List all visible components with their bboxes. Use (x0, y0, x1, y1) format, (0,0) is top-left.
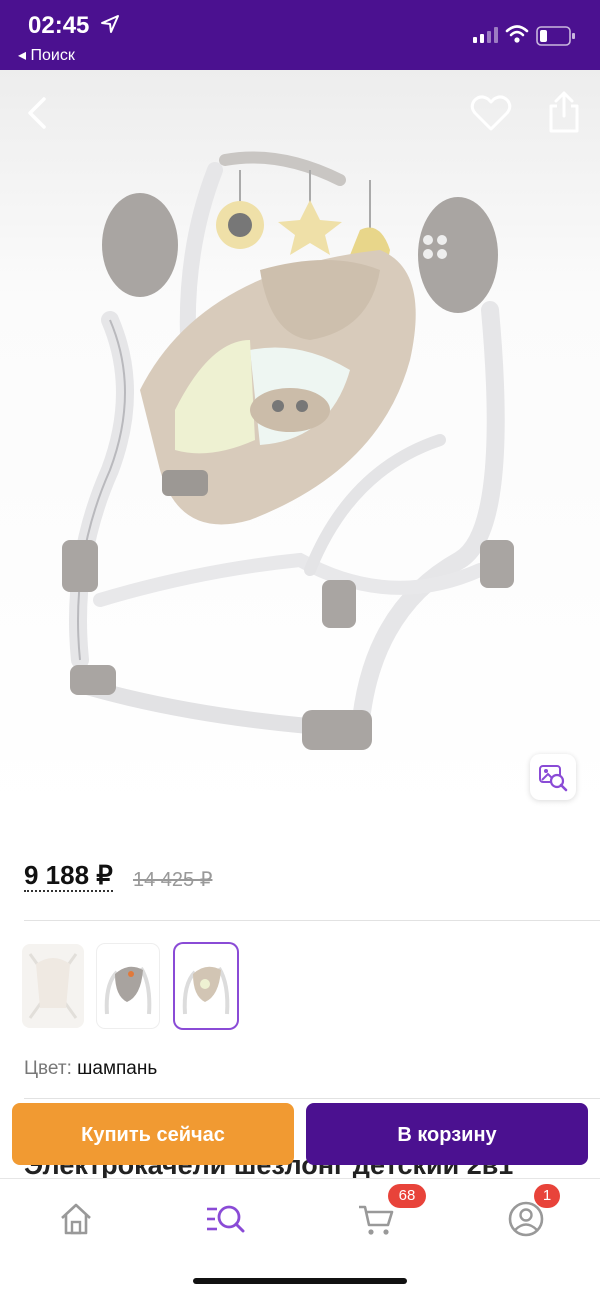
cart-icon[interactable] (356, 1199, 396, 1239)
color-value: шампань (77, 1058, 158, 1079)
status-time: 02:45 (28, 12, 90, 39)
share-icon[interactable] (546, 90, 582, 134)
color-label: Цвет: (24, 1058, 72, 1079)
cellular-signal-icon (473, 27, 499, 48)
profile-notification-badge: 1 (534, 1184, 560, 1208)
wifi-icon (505, 24, 529, 49)
thumbnail-1[interactable] (22, 944, 84, 1028)
back-to-search-link[interactable]: ◂ Поиск (18, 45, 75, 65)
add-to-cart-button[interactable]: В корзину (306, 1103, 588, 1165)
divider (24, 1098, 600, 1099)
buy-now-button[interactable]: Купить сейчас (12, 1103, 294, 1165)
home-indicator[interactable] (193, 1278, 407, 1284)
product-photo[interactable] (50, 140, 530, 760)
divider (24, 920, 600, 921)
thumbnail-2[interactable] (97, 944, 159, 1028)
cart-count-badge: 68 (388, 1184, 426, 1208)
location-arrow-icon (100, 14, 120, 39)
battery-icon (536, 25, 576, 52)
heart-icon[interactable] (470, 93, 512, 133)
visual-search-button[interactable] (530, 754, 576, 800)
color-option[interactable]: Цвет: шампань (24, 1058, 157, 1080)
thumbnail-3[interactable] (175, 944, 237, 1028)
status-bar: 02:45 ◂ Поиск (0, 0, 600, 70)
back-chevron-icon[interactable] (20, 95, 56, 131)
catalog-search-icon[interactable] (205, 1199, 245, 1239)
old-price: 14 425 ₽ (133, 869, 213, 891)
image-search-icon (539, 765, 568, 792)
product-price[interactable]: 9 188 ₽ (24, 860, 113, 892)
home-icon[interactable] (56, 1199, 96, 1239)
